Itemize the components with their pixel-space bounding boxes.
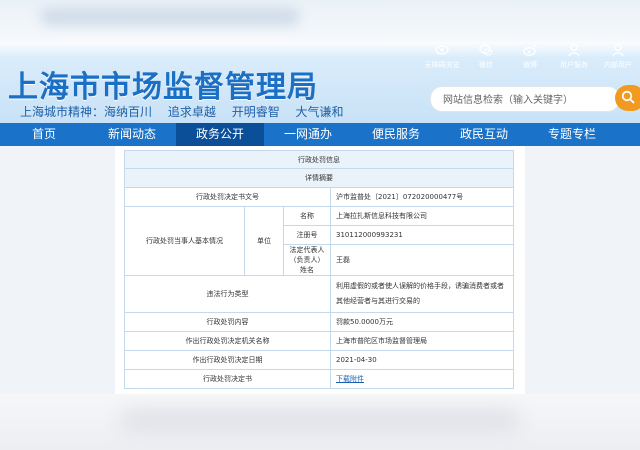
nav-item-public-services[interactable]: 便民服务 [352,123,440,146]
user-icon [568,43,580,57]
authority-value: 上海市普陀区市场监督管理局 [330,331,514,351]
tool-internal-user[interactable]: 内部用户 [596,43,640,70]
tool-label: 无障碍浏览 [424,61,460,69]
registration-value: 310112000993231 [330,225,514,245]
nav-item-special-topics[interactable]: 专题专栏 [528,123,616,146]
tool-label: 微信 [479,61,493,69]
penalty-content-value: 罚款50.0000万元 [330,312,514,332]
decision-date-label: 作出行政处罚决定日期 [124,350,331,370]
nav-item-home[interactable]: 首页 [0,123,88,146]
unit-label: 单位 [244,206,284,276]
search-icon [621,90,635,104]
tool-accessibility[interactable]: 无障碍浏览 [420,43,464,70]
tool-user-service[interactable]: 用户服务 [552,43,596,70]
nav-item-news[interactable]: 新闻动态 [88,123,176,146]
legal-rep-value: 王磊 [330,244,514,276]
decision-number-label: 行政处罚决定书文号 [124,187,331,207]
name-label: 名称 [283,206,331,226]
download-attachment-link[interactable]: 下载附件 [336,375,364,383]
registration-label: 注册号 [283,225,331,245]
table-subtitle: 详情摘要 [124,168,514,188]
decision-date-value: 2021-04-30 [330,350,514,370]
user-icon [612,43,624,57]
search-box [430,86,620,112]
slogan-part: 追求卓越 [167,105,216,119]
legal-rep-label: 法定代表人（负责人）姓名 [283,244,331,276]
nav-item-interaction[interactable]: 政民互动 [440,123,528,146]
blurred-top-banner [0,0,640,42]
tool-label: 微博 [523,61,537,69]
tool-weibo[interactable]: 微博 [508,43,552,70]
eye-icon [435,45,449,55]
blurred-footer [0,394,640,450]
search-input[interactable] [441,90,615,110]
city-spirit-slogan: 上海城市精神：海纳百川 追求卓越 开明睿智 大气谦和 [20,103,356,120]
site-title: 上海市市场监督管理局 [8,70,318,105]
nav-item-online-services[interactable]: 一网通办 [264,123,352,146]
decision-number-value: 沪市监普处〔2021〕072020000477号 [330,187,514,207]
violation-type-value: 利用虚假的或者使人误解的价格手段，诱骗消费者或者其他经营者与其进行交易的 [330,275,514,313]
tool-wechat[interactable]: 微信 [464,43,508,70]
party-info-label: 行政处罚当事人基本情况 [124,206,245,276]
slogan-part: 大气谦和 [295,105,344,119]
weibo-icon [523,44,537,56]
slogan-part: 上海城市精神：海纳百川 [20,105,153,119]
penalty-content-label: 行政处罚内容 [124,312,331,332]
penalty-info-table: 行政处罚信息 详情摘要 行政处罚决定书文号 沪市监普处〔2021〕0720200… [124,150,514,389]
search-button[interactable] [615,85,640,111]
violation-type-label: 违法行为类型 [124,275,331,313]
slogan-part: 开明睿智 [231,105,280,119]
site-header: 上海市市场监督管理局 上海城市精神：海纳百川 追求卓越 开明睿智 大气谦和 无障… [0,0,640,123]
table-title: 行政处罚信息 [124,150,514,169]
wechat-icon [479,44,493,56]
tool-label: 用户服务 [560,61,588,69]
nav-item-government-affairs[interactable]: 政务公开 [176,123,264,146]
name-value: 上海拉扎斯信息科技有限公司 [330,206,514,226]
main-nav: 首页 新闻动态 政务公开 一网通办 便民服务 政民互动 专题专栏 [0,123,640,146]
authority-label: 作出行政处罚决定机关名称 [124,331,331,351]
decision-document-label: 行政处罚决定书 [124,369,331,389]
header-tools: 无障碍浏览 微信 微博 用户服务 内部用户 [420,43,640,70]
tool-label: 内部用户 [604,61,632,69]
